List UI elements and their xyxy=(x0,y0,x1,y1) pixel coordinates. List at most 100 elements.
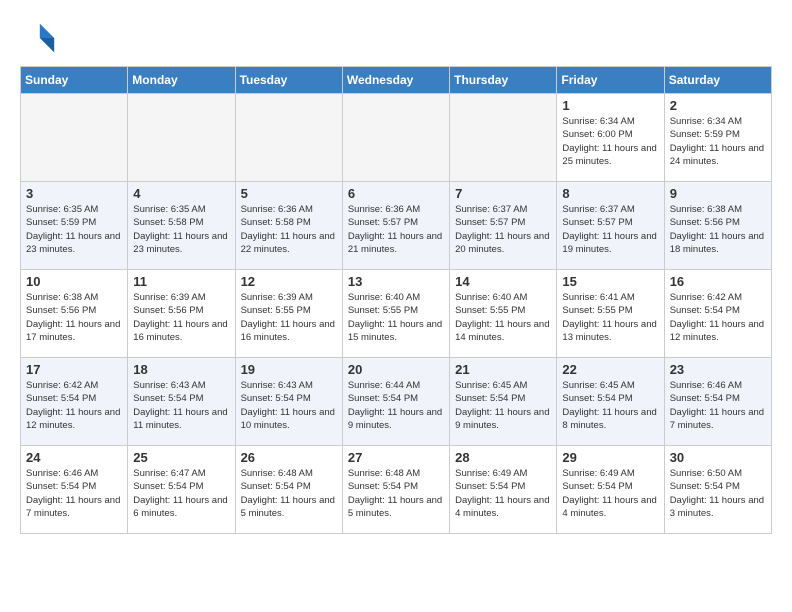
day-number: 4 xyxy=(133,186,229,201)
calendar-cell: 4 Sunrise: 6:35 AMSunset: 5:58 PMDaylight… xyxy=(128,182,235,270)
day-info: Sunrise: 6:48 AMSunset: 5:54 PMDaylight:… xyxy=(348,467,444,520)
day-info: Sunrise: 6:37 AMSunset: 5:57 PMDaylight:… xyxy=(562,203,658,256)
calendar-cell: 3 Sunrise: 6:35 AMSunset: 5:59 PMDaylight… xyxy=(21,182,128,270)
day-info: Sunrise: 6:46 AMSunset: 5:54 PMDaylight:… xyxy=(670,379,766,432)
weekday-header-saturday: Saturday xyxy=(664,67,771,94)
calendar-cell: 25 Sunrise: 6:47 AMSunset: 5:54 PMDayligh… xyxy=(128,446,235,534)
calendar-cell: 15 Sunrise: 6:41 AMSunset: 5:55 PMDayligh… xyxy=(557,270,664,358)
day-info: Sunrise: 6:42 AMSunset: 5:54 PMDaylight:… xyxy=(670,291,766,344)
day-info: Sunrise: 6:45 AMSunset: 5:54 PMDaylight:… xyxy=(562,379,658,432)
day-number: 2 xyxy=(670,98,766,113)
calendar-cell: 29 Sunrise: 6:49 AMSunset: 5:54 PMDayligh… xyxy=(557,446,664,534)
day-info: Sunrise: 6:41 AMSunset: 5:55 PMDaylight:… xyxy=(562,291,658,344)
calendar-week-row: 3 Sunrise: 6:35 AMSunset: 5:59 PMDaylight… xyxy=(21,182,772,270)
calendar-cell: 1 Sunrise: 6:34 AMSunset: 6:00 PMDaylight… xyxy=(557,94,664,182)
calendar-week-row: 10 Sunrise: 6:38 AMSunset: 5:56 PMDayligh… xyxy=(21,270,772,358)
day-number: 13 xyxy=(348,274,444,289)
day-number: 1 xyxy=(562,98,658,113)
day-info: Sunrise: 6:47 AMSunset: 5:54 PMDaylight:… xyxy=(133,467,229,520)
calendar-cell: 9 Sunrise: 6:38 AMSunset: 5:56 PMDaylight… xyxy=(664,182,771,270)
calendar-cell: 22 Sunrise: 6:45 AMSunset: 5:54 PMDayligh… xyxy=(557,358,664,446)
day-info: Sunrise: 6:39 AMSunset: 5:55 PMDaylight:… xyxy=(241,291,337,344)
calendar-cell: 14Sunrise: 6:40 AMSunset: 5:55 PMDayligh… xyxy=(450,270,557,358)
calendar-cell: 16 Sunrise: 6:42 AMSunset: 5:54 PMDayligh… xyxy=(664,270,771,358)
day-number: 14 xyxy=(455,274,551,289)
day-number: 16 xyxy=(670,274,766,289)
weekday-header-sunday: Sunday xyxy=(21,67,128,94)
day-info: Sunrise: 6:44 AMSunset: 5:54 PMDaylight:… xyxy=(348,379,444,432)
logo xyxy=(20,20,60,56)
day-number: 30 xyxy=(670,450,766,465)
calendar-cell xyxy=(128,94,235,182)
calendar-cell: 20 Sunrise: 6:44 AMSunset: 5:54 PMDayligh… xyxy=(342,358,449,446)
day-number: 8 xyxy=(562,186,658,201)
calendar-cell: 12 Sunrise: 6:39 AMSunset: 5:55 PMDayligh… xyxy=(235,270,342,358)
day-number: 10 xyxy=(26,274,122,289)
day-number: 5 xyxy=(241,186,337,201)
day-info: Sunrise: 6:35 AMSunset: 5:59 PMDaylight:… xyxy=(26,203,122,256)
calendar-cell: 24 Sunrise: 6:46 AMSunset: 5:54 PMDayligh… xyxy=(21,446,128,534)
logo-icon xyxy=(20,20,56,56)
weekday-header-monday: Monday xyxy=(128,67,235,94)
calendar-header-row: SundayMondayTuesdayWednesdayThursdayFrid… xyxy=(21,67,772,94)
calendar-cell: 10 Sunrise: 6:38 AMSunset: 5:56 PMDayligh… xyxy=(21,270,128,358)
day-number: 11 xyxy=(133,274,229,289)
calendar-cell xyxy=(21,94,128,182)
day-info: Sunrise: 6:50 AMSunset: 5:54 PMDaylight:… xyxy=(670,467,766,520)
calendar-cell: 5 Sunrise: 6:36 AMSunset: 5:58 PMDaylight… xyxy=(235,182,342,270)
day-number: 29 xyxy=(562,450,658,465)
day-info: Sunrise: 6:36 AMSunset: 5:57 PMDaylight:… xyxy=(348,203,444,256)
calendar-cell xyxy=(342,94,449,182)
day-info: Sunrise: 6:49 AMSunset: 5:54 PMDaylight:… xyxy=(562,467,658,520)
day-number: 15 xyxy=(562,274,658,289)
day-number: 22 xyxy=(562,362,658,377)
day-number: 19 xyxy=(241,362,337,377)
day-info: Sunrise: 6:46 AMSunset: 5:54 PMDaylight:… xyxy=(26,467,122,520)
day-info: Sunrise: 6:34 AMSunset: 5:59 PMDaylight:… xyxy=(670,115,766,168)
day-info: Sunrise: 6:35 AMSunset: 5:58 PMDaylight:… xyxy=(133,203,229,256)
day-number: 27 xyxy=(348,450,444,465)
calendar-table: SundayMondayTuesdayWednesdayThursdayFrid… xyxy=(20,66,772,534)
day-number: 9 xyxy=(670,186,766,201)
day-number: 26 xyxy=(241,450,337,465)
day-number: 12 xyxy=(241,274,337,289)
day-number: 18 xyxy=(133,362,229,377)
day-number: 25 xyxy=(133,450,229,465)
day-number: 24 xyxy=(26,450,122,465)
calendar-cell: 21 Sunrise: 6:45 AMSunset: 5:54 PMDayligh… xyxy=(450,358,557,446)
day-info: Sunrise: 6:45 AMSunset: 5:54 PMDaylight:… xyxy=(455,379,551,432)
day-number: 7 xyxy=(455,186,551,201)
day-number: 20 xyxy=(348,362,444,377)
day-info: Sunrise: 6:43 AMSunset: 5:54 PMDaylight:… xyxy=(133,379,229,432)
calendar-cell: 27 Sunrise: 6:48 AMSunset: 5:54 PMDayligh… xyxy=(342,446,449,534)
calendar-cell: 26 Sunrise: 6:48 AMSunset: 5:54 PMDayligh… xyxy=(235,446,342,534)
weekday-header-wednesday: Wednesday xyxy=(342,67,449,94)
day-number: 3 xyxy=(26,186,122,201)
calendar-cell: 23 Sunrise: 6:46 AMSunset: 5:54 PMDayligh… xyxy=(664,358,771,446)
calendar-week-row: 24 Sunrise: 6:46 AMSunset: 5:54 PMDayligh… xyxy=(21,446,772,534)
page-header xyxy=(20,20,772,56)
day-number: 6 xyxy=(348,186,444,201)
day-info: Sunrise: 6:48 AMSunset: 5:54 PMDaylight:… xyxy=(241,467,337,520)
calendar-cell: 28Sunrise: 6:49 AMSunset: 5:54 PMDayligh… xyxy=(450,446,557,534)
day-info: Sunrise: 6:38 AMSunset: 5:56 PMDaylight:… xyxy=(670,203,766,256)
weekday-header-friday: Friday xyxy=(557,67,664,94)
day-info: Sunrise: 6:36 AMSunset: 5:58 PMDaylight:… xyxy=(241,203,337,256)
day-number: 17 xyxy=(26,362,122,377)
day-info: Sunrise: 6:42 AMSunset: 5:54 PMDaylight:… xyxy=(26,379,122,432)
calendar-week-row: 17 Sunrise: 6:42 AMSunset: 5:54 PMDayligh… xyxy=(21,358,772,446)
day-number: 21 xyxy=(455,362,551,377)
day-info: Sunrise: 6:43 AMSunset: 5:54 PMDaylight:… xyxy=(241,379,337,432)
calendar-week-row: 1 Sunrise: 6:34 AMSunset: 6:00 PMDaylight… xyxy=(21,94,772,182)
calendar-cell xyxy=(450,94,557,182)
calendar-cell: 18 Sunrise: 6:43 AMSunset: 5:54 PMDayligh… xyxy=(128,358,235,446)
day-info: Sunrise: 6:34 AMSunset: 6:00 PMDaylight:… xyxy=(562,115,658,168)
day-info: Sunrise: 6:39 AMSunset: 5:56 PMDaylight:… xyxy=(133,291,229,344)
calendar-cell: 19 Sunrise: 6:43 AMSunset: 5:54 PMDayligh… xyxy=(235,358,342,446)
day-number: 23 xyxy=(670,362,766,377)
calendar-cell: 6 Sunrise: 6:36 AMSunset: 5:57 PMDaylight… xyxy=(342,182,449,270)
calendar-cell: 7Sunrise: 6:37 AMSunset: 5:57 PMDaylight… xyxy=(450,182,557,270)
calendar-cell: 2 Sunrise: 6:34 AMSunset: 5:59 PMDaylight… xyxy=(664,94,771,182)
day-info: Sunrise: 6:49 AMSunset: 5:54 PMDaylight:… xyxy=(455,467,551,520)
day-info: Sunrise: 6:38 AMSunset: 5:56 PMDaylight:… xyxy=(26,291,122,344)
